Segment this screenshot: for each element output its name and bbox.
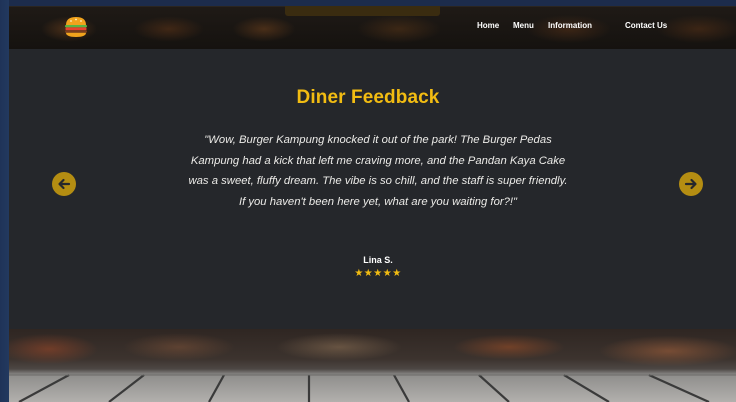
wood-table-planks: [9, 373, 736, 402]
testimonial-author: Lina S.: [363, 255, 393, 265]
feedback-title: Diner Feedback: [296, 87, 440, 108]
nav-home-link[interactable]: Home: [477, 21, 499, 30]
carousel-prev-button[interactable]: [52, 172, 76, 196]
main-nav: Home Menu Information Contact Us: [0, 21, 736, 35]
nav-information-link[interactable]: Information: [548, 21, 592, 30]
arrow-right-circle-icon: [684, 178, 697, 190]
arrow-left-circle-icon: [58, 178, 71, 190]
nav-contact-link[interactable]: Contact Us: [625, 21, 667, 30]
testimonial-quote: "Wow, Burger Kampung knocked it out of t…: [188, 134, 568, 208]
restaurant-background-photo: [9, 329, 736, 402]
header-accent-bar: [285, 6, 440, 16]
star-rating: ★★★★★: [354, 268, 402, 279]
carousel-next-button[interactable]: [679, 172, 703, 196]
nav-menu-link[interactable]: Menu: [513, 21, 534, 30]
